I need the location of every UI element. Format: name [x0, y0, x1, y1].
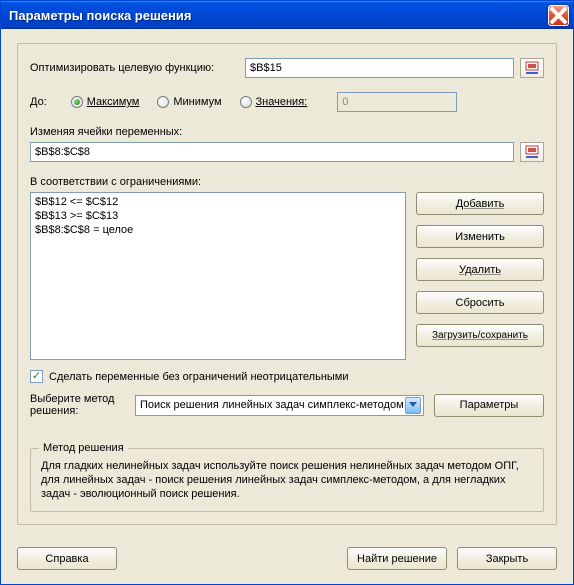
solve-button[interactable]: Найти решение: [347, 547, 447, 570]
radio-max[interactable]: Максимум: [71, 96, 140, 108]
radio-min-label: Минимум: [173, 96, 221, 108]
content-area: Оптимизировать целевую функцию: До: Макс…: [1, 29, 573, 537]
constraints-label: В соответствии с ограничениями:: [30, 176, 544, 188]
main-group: Оптимизировать целевую функцию: До: Макс…: [17, 43, 557, 525]
add-button[interactable]: Добавить: [416, 192, 544, 215]
method-select[interactable]: Поиск решения линейных задач симплекс-ме…: [135, 395, 424, 416]
objective-row: Оптимизировать целевую функцию:: [30, 58, 544, 78]
nonneg-label: Сделать переменные без ограничений неотр…: [49, 371, 349, 383]
method-fieldset: Метод решения Для гладких нелинейных зад…: [30, 448, 544, 512]
constraints-area: $B$12 <= $C$12 $B$13 >= $C$13 $B$8:$C$8 …: [30, 192, 544, 360]
close-button[interactable]: Закрыть: [457, 547, 557, 570]
radio-min-indicator: [157, 96, 169, 108]
to-label: До:: [30, 96, 47, 108]
to-radio-group: Максимум Минимум Значения:: [71, 96, 307, 108]
method-fieldset-body: Для гладких нелинейных задач используйте…: [41, 459, 533, 501]
nonneg-checkbox[interactable]: ✓: [30, 370, 43, 383]
chevron-down-icon: [405, 397, 421, 414]
variables-input[interactable]: [30, 142, 514, 162]
radio-value-label: Значения:: [256, 96, 308, 108]
objective-input[interactable]: [245, 58, 514, 78]
solver-dialog: Параметры поиска решения Оптимизировать …: [0, 0, 574, 585]
value-input: [337, 92, 457, 112]
titlebar: Параметры поиска решения: [1, 1, 573, 29]
footer: Справка Найти решение Закрыть: [1, 537, 573, 584]
loadsave-button[interactable]: Загрузить/сохранить: [416, 324, 544, 347]
reset-button[interactable]: Сбросить: [416, 291, 544, 314]
method-row: Выберите метод решения: Поиск решения ли…: [30, 393, 544, 417]
method-label: Выберите метод решения:: [30, 393, 125, 417]
variables-row: [30, 142, 544, 162]
help-button[interactable]: Справка: [17, 547, 117, 570]
to-row: До: Максимум Минимум Значения:: [30, 92, 544, 112]
method-select-text: Поиск решения линейных задач симплекс-ме…: [140, 399, 405, 411]
collapse-dialog-icon[interactable]: [520, 58, 544, 78]
window-title: Параметры поиска решения: [9, 8, 548, 23]
radio-value-indicator: [240, 96, 252, 108]
radio-value[interactable]: Значения:: [240, 96, 308, 108]
collapse-dialog-icon-2[interactable]: [520, 142, 544, 162]
close-icon[interactable]: [548, 5, 569, 26]
change-button[interactable]: Изменить: [416, 225, 544, 248]
params-button[interactable]: Параметры: [434, 394, 544, 417]
radio-max-label: Максимум: [87, 96, 140, 108]
constraint-buttons: Добавить Изменить Удалить Сбросить Загру…: [416, 192, 544, 360]
delete-button[interactable]: Удалить: [416, 258, 544, 281]
radio-min[interactable]: Минимум: [157, 96, 221, 108]
nonneg-row[interactable]: ✓ Сделать переменные без ограничений нео…: [30, 370, 544, 383]
constraints-listbox[interactable]: $B$12 <= $C$12 $B$13 >= $C$13 $B$8:$C$8 …: [30, 192, 406, 360]
method-fieldset-title: Метод решения: [39, 442, 128, 454]
radio-max-indicator: [71, 96, 83, 108]
objective-label: Оптимизировать целевую функцию:: [30, 62, 245, 74]
variables-label: Изменяя ячейки переменных:: [30, 126, 544, 138]
